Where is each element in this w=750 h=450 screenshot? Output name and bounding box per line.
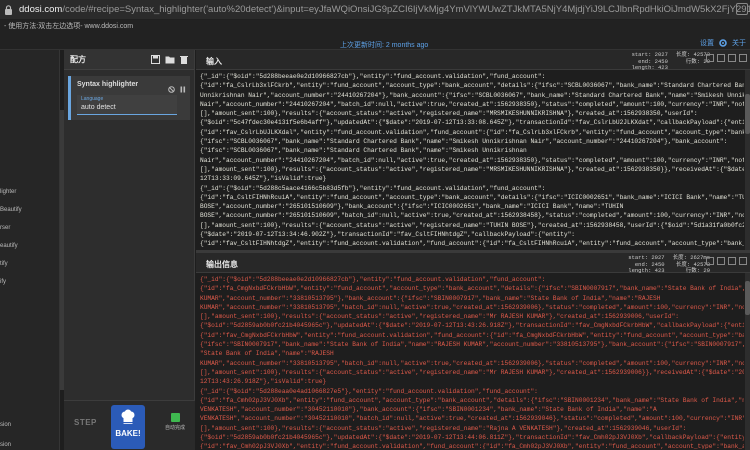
input-line: {"$date":"2019-07-12T13:34:46.902Z"},"tr… (200, 231, 576, 239)
extension-icon[interactable] (736, 3, 748, 15)
lock-icon (4, 4, 13, 15)
output-line: {"id":"fa_Cmh02pJ3VJ0Xb","entity":"fund_… (200, 396, 744, 404)
usage-note: - 使用方法:双击左边选项- www.ddosi.com (4, 23, 134, 30)
output-line: [],"amount_sent":100},"results":{"accoun… (200, 368, 744, 376)
output-line: {"$oid":"5d2859ab0b0fc21b4045965c"},"upd… (200, 434, 744, 442)
bake-label: BAKE! (115, 429, 141, 438)
category-item[interactable]: Beautify (0, 207, 22, 213)
input-line: Nair","account_number":"24410267204","ba… (200, 100, 744, 108)
category-item[interactable]: eautify (0, 243, 18, 249)
output-line: [],"amount_sent":100},"results":{"accoun… (200, 424, 687, 432)
output-lines: 行数: 29 (685, 267, 710, 274)
chef-hat-icon (120, 409, 136, 427)
output-line: {"id":"fav_CmgNxbdFCkrbHbW","entity":"fu… (200, 331, 744, 339)
language-value: auto detect (81, 104, 116, 111)
folder-icon[interactable] (165, 51, 175, 69)
input-line: {"id":"fav_CsltFIHNhtdgZ","entity":"fund… (200, 240, 744, 248)
input-line: 12T13:33:09.645Z"},"isValid":true} (200, 175, 327, 183)
trash-icon[interactable] (180, 51, 188, 69)
input-textarea[interactable]: {"_id":{"$oid":"5d288beeae0e2d10966827cb… (200, 72, 744, 248)
output-line: KUMAR","account_number":"33810513795"},"… (200, 294, 661, 302)
operation-name: Syntax highlighter (77, 81, 139, 88)
output-line: {"_id":{"$oid":"5d288beeae0e2d10966827cb… (200, 276, 546, 283)
url-text[interactable]: ddosi.com/code/#recipe=Syntax_highlighte… (19, 4, 750, 15)
output-length: length: 423 (628, 267, 665, 274)
output-pane: 输出信息 start: 2027 end: 2450 length: 423 长… (196, 253, 750, 450)
save-output-icon[interactable] (706, 257, 714, 265)
language-label: Language (81, 96, 104, 102)
input-line: {"ifsc":"SCBL0036067","bank_name":"Stand… (200, 147, 527, 155)
input-line: [],"amount_sent":100},"results":{"accoun… (200, 110, 698, 118)
about-label[interactable]: 关于 (732, 38, 746, 48)
input-length: length: 423 (631, 64, 668, 71)
pause-icon[interactable] (180, 80, 186, 98)
input-line: BOSE","account_number":"265101510609","b… (200, 212, 744, 220)
gear-icon[interactable] (718, 38, 728, 48)
auto-bake-label: 自动完成 (164, 425, 185, 431)
open-file-icon[interactable] (717, 54, 725, 62)
category-item[interactable]: tify (0, 261, 8, 267)
input-line: {"id":"fav_CslrLbUJLKXdal","entity":"fun… (200, 128, 744, 136)
options-label[interactable]: 设置 (700, 38, 714, 48)
auto-bake-toggle[interactable]: 自动完成 (158, 413, 192, 431)
output-line: 12T13:43:26.918Z"},"isValid":true} (200, 378, 327, 386)
output-line: {"ifsc":"SBIN0007917","bank_name":"State… (200, 341, 744, 349)
category-item[interactable]: rser (0, 225, 10, 231)
input-line: {"$oid":"5c47fdec30e4131f5e6b4aff"},"upd… (200, 119, 744, 127)
category-item[interactable]: sion (0, 442, 11, 448)
output-line: {"id":"fa_CmgNxbdFCkrbHbW","entity":"fun… (200, 285, 744, 293)
output-title: 输出信息 (206, 260, 238, 269)
reset-layout-icon[interactable] (739, 54, 747, 62)
bake-button[interactable]: BAKE! (111, 405, 145, 449)
category-item[interactable]: sion (0, 422, 11, 428)
output-text[interactable]: {"_id":{"$oid":"5d288beeae0e2d10966827cb… (200, 275, 744, 449)
output-scrollbar[interactable] (745, 273, 750, 450)
input-line: Nair","account_number":"24410267204","ba… (200, 156, 744, 164)
operation-card[interactable]: Syntax highlighter Language auto detect (68, 76, 190, 120)
input-line: Unnikrishnan Nair","account_number":"244… (200, 91, 744, 99)
replace-input-icon[interactable] (728, 257, 736, 265)
output-line: [],"amount_sent":100},"results":{"accoun… (200, 313, 679, 321)
add-input-icon[interactable] (706, 54, 714, 62)
input-line: {"ifsc":"SCBL0036067","bank_name":"Stand… (200, 138, 728, 146)
clear-input-icon[interactable] (728, 54, 736, 62)
input-line: [],"amount_sent":100},"results":{"accoun… (200, 221, 744, 229)
input-scroll-thumb[interactable] (745, 94, 750, 134)
input-stats: start: 2027 end: 2450 length: 423 长度: 42… (631, 51, 710, 72)
language-select[interactable]: Language auto detect (77, 95, 177, 115)
input-line: {"_id":{"$oid":"5d288beeae0e2d10966827cb… (200, 73, 546, 80)
input-title: 输入 (206, 57, 222, 66)
output-line: KUMAR","account_number":"33810513795","b… (200, 303, 744, 311)
output-line: VENKATESH","account_number":"30452110010… (200, 415, 744, 423)
input-lines: 行数: 29 (685, 57, 710, 65)
last-update-link[interactable]: 上次更新时间: 2 months ago (340, 40, 428, 50)
input-line: {"_id":{"$oid":"5d288c5aace4166c5b83d5fb… (200, 184, 546, 192)
input-line: [],"amount_sent":100},"results":{"accoun… (200, 165, 744, 173)
input-scrollbar[interactable] (745, 70, 750, 250)
maximise-icon[interactable] (739, 257, 747, 265)
browser-address-bar[interactable]: ddosi.com/code/#recipe=Syntax_highlighte… (0, 0, 750, 20)
output-line: VENKATESH","account_number":"30452110010… (200, 406, 657, 414)
recipe-title: 配方 (70, 55, 86, 64)
save-icon[interactable] (151, 51, 160, 69)
input-pane: 输入 start: 2027 end: 2450 length: 423 长度:… (196, 50, 750, 250)
input-line: BOSE","account_number":"265101510609"},"… (200, 203, 624, 211)
category-item[interactable]: ify (0, 279, 6, 285)
checkbox-icon[interactable] (170, 413, 180, 422)
category-item[interactable]: lighter (0, 189, 16, 195)
input-line: {"id":"fa_CsltFIHNhRcuiA","entity":"fund… (200, 193, 744, 201)
recipe-pane: 配方 Syntax highlighter Language auto dete… (64, 50, 195, 450)
output-line: "State Bank of India","name":"RAJESH (200, 350, 334, 358)
output-stats: start: 2027 end: 2450 length: 423 长度: 26… (628, 254, 710, 275)
step-button[interactable]: STEP (74, 418, 97, 427)
operations-sidebar: lighter Beautify rser eautify tify ify s… (0, 50, 60, 450)
output-line: {"$oid":"5d2859ab0b0fc21b4045965c"},"upd… (200, 322, 744, 330)
input-line: {"id":"fa_CslrLb3xlFCkrb","entity":"fund… (200, 82, 744, 90)
output-line: KUMAR","account_number":"33810513795","b… (200, 359, 744, 367)
output-line: {"_id":{"$oid":"5d288eaa0e4ad1066827e5"}… (200, 387, 538, 395)
output-line: {"id":"fav_Cmh02pJ3VJ0Xb","entity":"fund… (200, 443, 744, 449)
copy-output-icon[interactable] (717, 257, 725, 265)
output-scroll-thumb[interactable] (745, 281, 750, 315)
